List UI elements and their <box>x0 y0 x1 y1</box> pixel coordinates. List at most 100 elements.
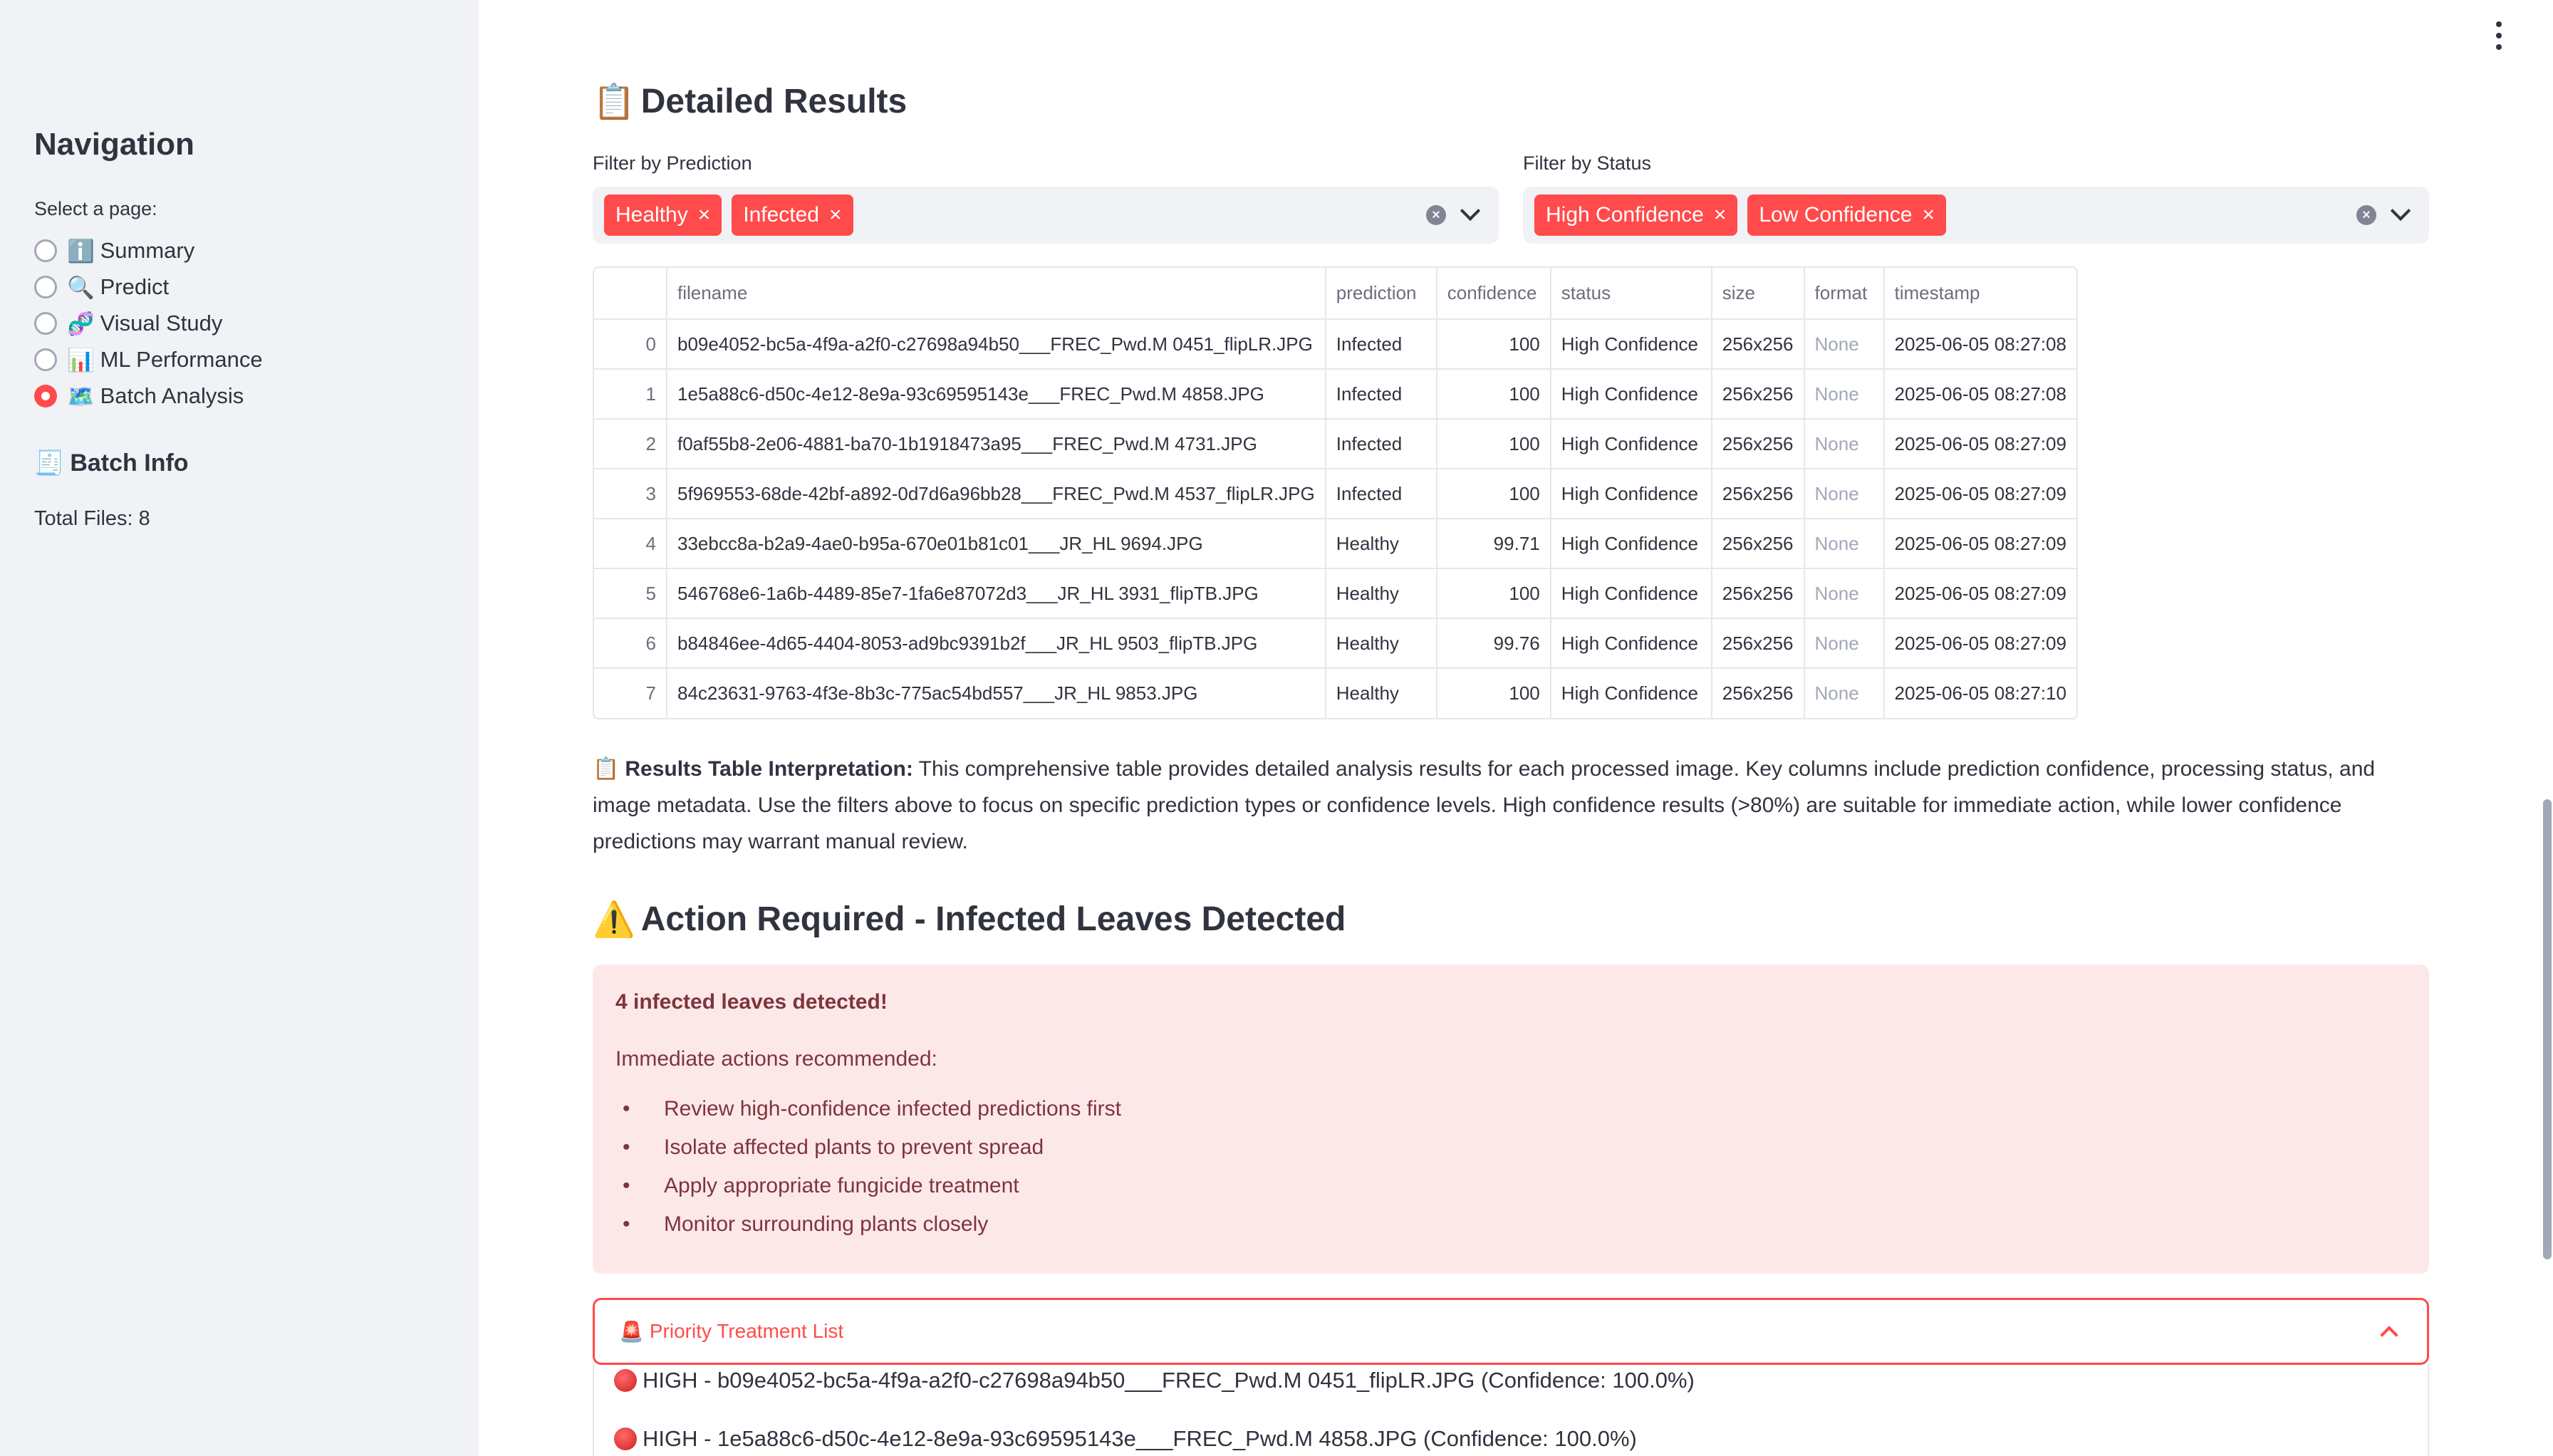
size-cell[interactable]: 256x256 <box>1711 319 1805 370</box>
confidence-cell[interactable]: 100 <box>1436 369 1551 420</box>
filename-cell[interactable]: 1e5a88c6-d50c-4e12-8e9a-93c69595143e___F… <box>667 369 1326 420</box>
remove-icon[interactable]: × <box>1923 203 1935 227</box>
table-row[interactable]: 7 84c23631-9763-4f3e-8b3c-775ac54bd557___… <box>594 668 2076 718</box>
row-index[interactable]: 1 <box>594 369 667 420</box>
timestamp-cell[interactable]: 2025-06-05 08:27:09 <box>1883 469 2076 519</box>
filter-status-multiselect[interactable]: High Confidence × Low Confidence × × <box>1523 187 2429 244</box>
column-header[interactable]: format <box>1804 268 1885 320</box>
prediction-cell[interactable]: Healthy <box>1325 568 1437 619</box>
prediction-cell[interactable]: Healthy <box>1325 668 1437 718</box>
scrollbar[interactable] <box>2543 799 2552 1259</box>
row-index[interactable]: 0 <box>594 319 667 370</box>
timestamp-cell[interactable]: 2025-06-05 08:27:09 <box>1883 568 2076 619</box>
filename-cell[interactable]: b09e4052-bc5a-4f9a-a2f0-c27698a94b50___F… <box>667 319 1326 370</box>
table-row[interactable]: 2 f0af55b8-2e06-4881-ba70-1b1918473a95___… <box>594 419 2076 469</box>
chip-healthy[interactable]: Healthy × <box>604 194 722 236</box>
remove-icon[interactable]: × <box>1714 203 1727 227</box>
timestamp-cell[interactable]: 2025-06-05 08:27:08 <box>1883 319 2076 370</box>
status-cell[interactable]: High Confidence <box>1550 519 1712 569</box>
priority-treatment-expander[interactable]: 🚨 Priority Treatment List <box>593 1298 2429 1365</box>
timestamp-cell[interactable]: 2025-06-05 08:27:09 <box>1883 618 2076 669</box>
format-cell[interactable]: None <box>1804 618 1885 669</box>
chip-low-confidence[interactable]: Low Confidence × <box>1747 194 1947 236</box>
clear-icon[interactable]: × <box>1426 205 1446 225</box>
filename-cell[interactable]: 84c23631-9763-4f3e-8b3c-775ac54bd557___J… <box>667 668 1326 718</box>
format-cell[interactable]: None <box>1804 419 1885 469</box>
confidence-cell[interactable]: 100 <box>1436 668 1551 718</box>
status-cell[interactable]: High Confidence <box>1550 369 1712 420</box>
prediction-cell[interactable]: Healthy <box>1325 519 1437 569</box>
column-header[interactable]: size <box>1711 268 1805 320</box>
radio-ml-performance[interactable]: 📊 ML Performance <box>34 343 263 376</box>
size-cell[interactable]: 256x256 <box>1711 568 1805 619</box>
status-cell[interactable]: High Confidence <box>1550 469 1712 519</box>
radio-batch-analysis[interactable]: 🗺️ Batch Analysis <box>34 380 244 412</box>
format-cell[interactable]: None <box>1804 319 1885 370</box>
size-cell[interactable]: 256x256 <box>1711 419 1805 469</box>
format-cell[interactable]: None <box>1804 469 1885 519</box>
status-cell[interactable]: High Confidence <box>1550 618 1712 669</box>
radio-visual-study[interactable]: 🧬 Visual Study <box>34 307 222 340</box>
timestamp-cell[interactable]: 2025-06-05 08:27:10 <box>1884 668 2076 718</box>
chevron-down-icon[interactable] <box>1460 200 1481 222</box>
row-index[interactable]: 6 <box>594 618 667 669</box>
column-header[interactable]: confidence <box>1436 268 1551 320</box>
confidence-cell[interactable]: 100 <box>1436 319 1551 370</box>
size-cell[interactable]: 256x256 <box>1711 469 1805 519</box>
timestamp-cell[interactable]: 2025-06-05 08:27:09 <box>1883 519 2076 569</box>
confidence-cell[interactable]: 100 <box>1436 469 1551 519</box>
row-index[interactable]: 3 <box>594 469 667 519</box>
chevron-down-icon[interactable] <box>2390 200 2411 222</box>
table-row[interactable]: 4 33ebcc8a-b2a9-4ae0-b95a-670e01b81c01___… <box>594 519 2076 569</box>
prediction-cell[interactable]: Healthy <box>1325 618 1437 669</box>
row-index[interactable]: 2 <box>594 419 667 469</box>
status-cell[interactable]: High Confidence <box>1550 419 1712 469</box>
format-cell[interactable]: None <box>1804 519 1885 569</box>
column-header[interactable]: prediction <box>1325 268 1437 320</box>
filename-cell[interactable]: 546768e6-1a6b-4489-85e7-1fa6e87072d3___J… <box>667 568 1326 619</box>
format-cell[interactable]: None <box>1804 369 1885 420</box>
size-cell[interactable]: 256x256 <box>1711 519 1805 569</box>
format-cell[interactable]: None <box>1804 668 1885 718</box>
status-cell[interactable]: High Confidence <box>1550 568 1712 619</box>
status-cell[interactable]: High Confidence <box>1550 668 1712 718</box>
size-cell[interactable]: 256x256 <box>1711 369 1805 420</box>
prediction-cell[interactable]: Infected <box>1325 319 1437 370</box>
radio-summary[interactable]: ℹ️ Summary <box>34 234 194 267</box>
radio-button[interactable] <box>34 276 57 298</box>
radio-button[interactable] <box>34 312 57 335</box>
filename-cell[interactable]: b84846ee-4d65-4404-8053-ad9bc9391b2f___J… <box>667 618 1326 669</box>
radio-button[interactable] <box>34 348 57 371</box>
confidence-cell[interactable]: 99.71 <box>1436 519 1551 569</box>
table-row[interactable]: 0 b09e4052-bc5a-4f9a-a2f0-c27698a94b50___… <box>594 319 2076 370</box>
confidence-cell[interactable]: 100 <box>1436 419 1551 469</box>
filename-cell[interactable]: 33ebcc8a-b2a9-4ae0-b95a-670e01b81c01___J… <box>667 519 1326 569</box>
timestamp-cell[interactable]: 2025-06-05 08:27:09 <box>1883 419 2076 469</box>
radio-predict[interactable]: 🔍 Predict <box>34 271 169 303</box>
chip-infected[interactable]: Infected × <box>732 194 853 236</box>
radio-button[interactable] <box>34 239 57 262</box>
prediction-cell[interactable]: Infected <box>1325 369 1437 420</box>
table-row[interactable]: 6 b84846ee-4d65-4404-8053-ad9bc9391b2f___… <box>594 618 2076 669</box>
prediction-cell[interactable]: Infected <box>1325 419 1437 469</box>
clear-icon[interactable]: × <box>2356 205 2376 225</box>
remove-icon[interactable]: × <box>698 203 711 227</box>
filename-cell[interactable]: f0af55b8-2e06-4881-ba70-1b1918473a95___F… <box>667 419 1326 469</box>
table-row[interactable]: 5 546768e6-1a6b-4489-85e7-1fa6e87072d3___… <box>594 568 2076 619</box>
chevron-up-icon[interactable] <box>2380 1326 2398 1344</box>
confidence-cell[interactable]: 100 <box>1436 568 1551 619</box>
status-cell[interactable]: High Confidence <box>1550 319 1712 370</box>
size-cell[interactable]: 256x256 <box>1711 618 1805 669</box>
remove-icon[interactable]: × <box>829 203 842 227</box>
column-header[interactable]: filename <box>667 268 1326 320</box>
main-menu-icon[interactable] <box>2490 21 2507 50</box>
confidence-cell[interactable]: 99.76 <box>1436 618 1551 669</box>
row-index[interactable]: 5 <box>594 568 667 619</box>
table-row[interactable]: 1 1e5a88c6-d50c-4e12-8e9a-93c69595143e___… <box>594 369 2076 420</box>
format-cell[interactable]: None <box>1804 568 1885 619</box>
row-index[interactable]: 7 <box>594 668 667 718</box>
chip-high-confidence[interactable]: High Confidence × <box>1534 194 1738 236</box>
results-table[interactable]: filename prediction confidence status si… <box>593 266 2078 719</box>
filter-prediction-multiselect[interactable]: Healthy × Infected × × <box>593 187 1499 244</box>
table-row[interactable]: 3 5f969553-68de-42bf-a892-0d7d6a96bb28___… <box>594 469 2076 519</box>
